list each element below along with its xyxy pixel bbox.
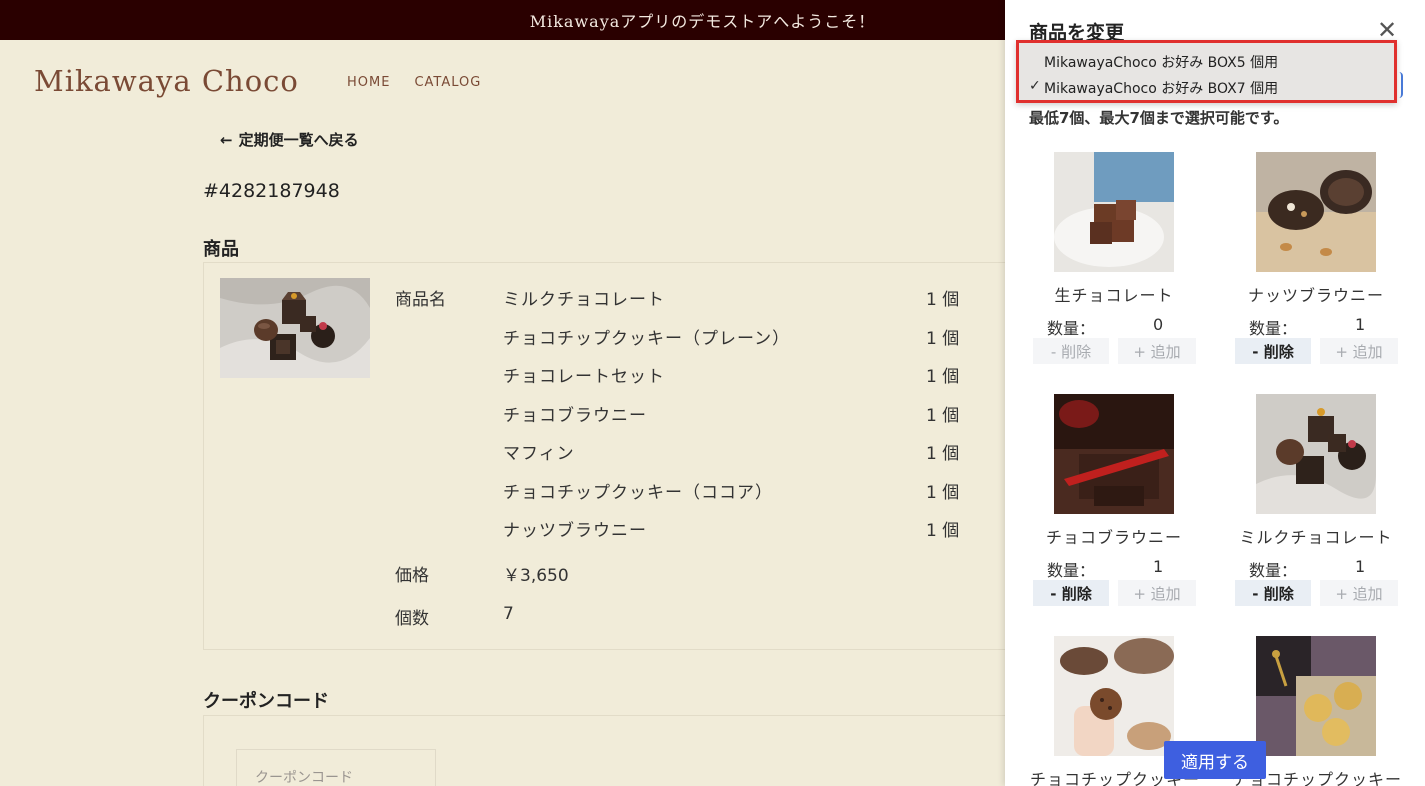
price-label: 価格 bbox=[395, 566, 429, 586]
box-option-7[interactable]: MikawayaChoco お好み BOX7 個用 bbox=[1044, 78, 1278, 98]
list-item-qty: 1 個 bbox=[926, 483, 960, 503]
qty-value: 1 bbox=[1355, 315, 1366, 334]
order-number: #4282187948 bbox=[203, 180, 340, 202]
announcement-text: Mikawayaアプリのデモストアへようこそ！ bbox=[529, 12, 876, 31]
remove-button[interactable]: - 削除 bbox=[1235, 338, 1311, 364]
remove-button[interactable]: - 削除 bbox=[1235, 580, 1311, 606]
remove-button[interactable]: - 削除 bbox=[1033, 338, 1109, 364]
count-label: 個数 bbox=[395, 609, 429, 629]
count-value: 7 bbox=[503, 604, 514, 624]
product-tile-image bbox=[1054, 394, 1174, 514]
main-nav: HOME CATALOG bbox=[347, 75, 481, 90]
coupon-card: クーポンコード bbox=[203, 715, 1005, 786]
coupon-heading: クーポンコード bbox=[203, 691, 329, 712]
qty-value: 0 bbox=[1153, 315, 1164, 334]
list-item-name: チョコレートセット bbox=[503, 367, 665, 387]
announcement-bar: Mikawayaアプリのデモストアへようこそ！ bbox=[0, 0, 1005, 40]
qty-label: 数量： bbox=[1249, 561, 1298, 580]
list-item-qty: 1 個 bbox=[926, 406, 960, 426]
product-tile-name: チョコブラウニー bbox=[1045, 528, 1182, 547]
products-heading: 商品 bbox=[203, 239, 239, 260]
add-button[interactable]: + 追加 bbox=[1320, 338, 1398, 364]
product-name-label: 商品名 bbox=[395, 290, 446, 310]
arrow-left-icon: ← bbox=[220, 131, 233, 149]
box-select-dropdown: MikawayaChoco お好み BOX5 個用 ✓ MikawayaChoc… bbox=[1016, 40, 1397, 103]
list-item-qty: 1 個 bbox=[926, 444, 960, 464]
product-tile-image bbox=[1256, 394, 1376, 514]
back-link-label: 定期便一覧へ戻る bbox=[238, 131, 359, 149]
product-tile-name: ナッツブラウニー bbox=[1247, 286, 1384, 305]
products-card: 商品名 ミルクチョコレート 1 個 チョコチップクッキー（プレーン） 1 個 チ… bbox=[203, 262, 1005, 650]
add-button[interactable]: + 追加 bbox=[1118, 338, 1196, 364]
qty-label: 数量： bbox=[1249, 319, 1298, 338]
change-products-panel: 商品を変更 ✕ 最低7個、最大7個まで選択可能です。 生チョコレート 数量： 0… bbox=[1005, 0, 1425, 786]
price-value: ￥3,650 bbox=[503, 566, 569, 586]
list-item-qty: 1 個 bbox=[926, 521, 960, 541]
list-item-qty: 1 個 bbox=[926, 329, 960, 349]
add-button[interactable]: + 追加 bbox=[1118, 580, 1196, 606]
nav-home[interactable]: HOME bbox=[347, 75, 390, 90]
product-tile-image bbox=[1054, 152, 1174, 272]
box-option-5[interactable]: MikawayaChoco お好み BOX5 個用 bbox=[1044, 52, 1278, 72]
remove-button[interactable]: - 削除 bbox=[1033, 580, 1109, 606]
qty-value: 1 bbox=[1355, 557, 1366, 576]
list-item-qty: 1 個 bbox=[926, 290, 960, 310]
product-image bbox=[220, 278, 370, 378]
back-link[interactable]: ← 定期便一覧へ戻る bbox=[220, 129, 359, 150]
nav-catalog[interactable]: CATALOG bbox=[414, 75, 481, 90]
list-item-name: チョコチップクッキー（ココア） bbox=[503, 483, 773, 503]
list-item-name: ミルクチョコレート bbox=[503, 290, 665, 310]
qty-label: 数量： bbox=[1047, 319, 1096, 338]
check-icon: ✓ bbox=[1029, 78, 1041, 94]
list-item-name: チョコブラウニー bbox=[503, 406, 647, 426]
qty-value: 1 bbox=[1153, 557, 1164, 576]
list-item-qty: 1 個 bbox=[926, 367, 960, 387]
coupon-input[interactable]: クーポンコード bbox=[236, 749, 436, 786]
product-tile-image bbox=[1256, 152, 1376, 272]
list-item-name: チョコチップクッキー（プレーン） bbox=[503, 329, 791, 349]
qty-label: 数量： bbox=[1047, 561, 1096, 580]
product-tile-image bbox=[1256, 636, 1376, 756]
product-tile-name: 生チョコレート bbox=[1054, 286, 1174, 305]
product-tile-image bbox=[1054, 636, 1174, 756]
add-button[interactable]: + 追加 bbox=[1320, 580, 1398, 606]
store-logo[interactable]: Mikawaya Choco bbox=[34, 64, 299, 98]
product-tile-name: ミルクチョコレート bbox=[1239, 528, 1393, 547]
list-item-name: マフィン bbox=[503, 444, 575, 464]
list-item-name: ナッツブラウニー bbox=[503, 521, 647, 541]
selection-hint: 最低7個、最大7個まで選択可能です。 bbox=[1029, 109, 1289, 127]
apply-button[interactable]: 適用する bbox=[1164, 741, 1266, 779]
